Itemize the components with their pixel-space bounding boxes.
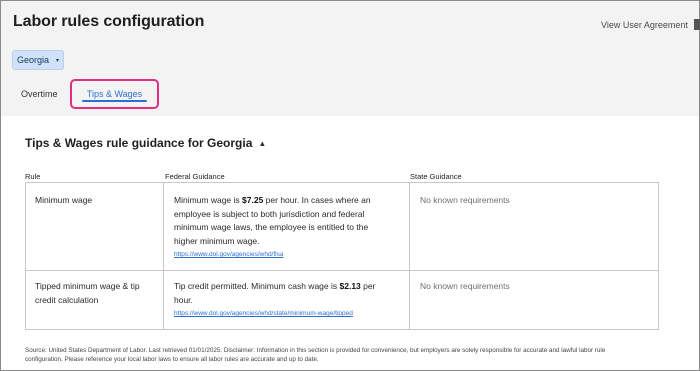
agreement-label: View User Agreement — [601, 19, 688, 30]
chevron-down-icon: ▾ — [56, 57, 60, 64]
column-header-rule: Rule — [25, 172, 41, 181]
column-header-federal: Federal Guidance — [165, 172, 225, 181]
federal-text-line: minimum wage laws, the employee is entit… — [174, 222, 369, 232]
chevron-up-icon[interactable]: ▲ — [258, 139, 266, 148]
active-tab-indicator — [82, 100, 147, 102]
section-title: Tips & Wages rule guidance for Georgia ▲ — [25, 136, 266, 150]
state-select[interactable]: Georgia ▾ — [12, 50, 64, 70]
page-header: Labor rules configuration View User Agre… — [1, 1, 700, 116]
column-header-state: State Guidance — [410, 172, 462, 181]
disclaimer-line: configuration. Please reference your loc… — [25, 356, 319, 363]
table-row-1-state: No known requirements — [420, 195, 510, 205]
federal-text-line: higher minimum wage. — [174, 235, 260, 246]
federal-text-line: employee is subject to both jurisdiction… — [174, 208, 365, 219]
federal-source-link[interactable]: https://www.dol.gov/agencies/whd/flsa — [174, 248, 406, 262]
tab-overtime[interactable]: Overtime — [21, 89, 58, 99]
section-title-text: Tips & Wages rule guidance for Georgia — [25, 136, 253, 150]
source-disclaimer: Source: United States Department of Labo… — [25, 346, 685, 364]
page-title: Labor rules configuration — [13, 13, 205, 30]
federal-text-line: Tip credit permitted. Minimum cash wage … — [174, 281, 376, 291]
table-row-2-federal: Tip credit permitted. Minimum cash wage … — [174, 280, 406, 321]
document-icon — [693, 19, 700, 30]
federal-text-line: hour. — [174, 294, 193, 305]
table-row-1-federal: Minimum wage is $7.25 per hour. In cases… — [174, 194, 406, 262]
table-row-2-state: No known requirements — [420, 281, 510, 291]
column-divider — [409, 183, 410, 329]
federal-source-link[interactable]: https://www.dol.gov/agencies/whd/state/m… — [174, 307, 406, 321]
tab-tips-wages-label: Tips & Wages — [86, 89, 143, 99]
rule-text-line: credit calculation — [35, 294, 99, 305]
view-user-agreement-link[interactable]: View User Agreement — [601, 19, 700, 30]
state-select-value: Georgia — [16, 55, 49, 65]
table-row-1-rule: Minimum wage — [35, 195, 93, 205]
federal-text-line: Minimum wage is $7.25 per hour. In cases… — [174, 195, 371, 205]
column-divider — [163, 183, 164, 329]
tab-tips-wages[interactable]: Tips & Wages — [70, 79, 159, 109]
row-divider — [26, 270, 658, 271]
rule-text-line: Tipped minimum wage & tip — [35, 281, 140, 291]
table-row-2-rule: Tipped minimum wage & tip credit calcula… — [35, 280, 140, 307]
disclaimer-line: Source: United States Department of Labo… — [25, 347, 606, 354]
guidance-table: Minimum wage Minimum wage is $7.25 per h… — [25, 182, 659, 330]
